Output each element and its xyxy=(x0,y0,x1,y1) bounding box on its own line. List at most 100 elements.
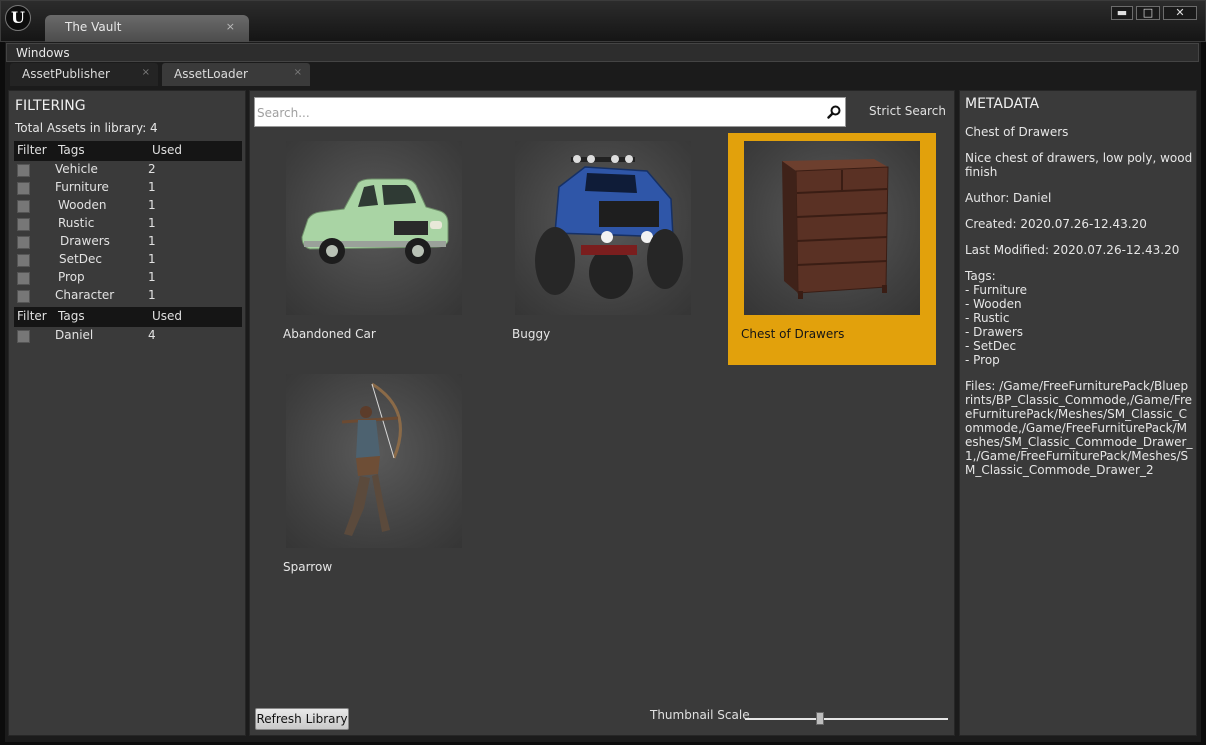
tag-used-count: 1 xyxy=(148,180,156,194)
tags-header: Tags: xyxy=(965,269,996,283)
filter-checkbox[interactable] xyxy=(17,272,30,285)
thumbnail-scale-handle[interactable] xyxy=(816,712,825,725)
header-filter: Filter xyxy=(17,309,47,323)
search-icon[interactable] xyxy=(827,105,841,119)
asset-tags: Tags: - Furniture - Wooden - Rustic - Dr… xyxy=(965,269,1193,367)
tag-label: Wooden xyxy=(58,198,107,212)
filtering-title: FILTERING xyxy=(15,98,86,114)
tag-used-count: 1 xyxy=(148,234,156,248)
title-bar: U The Vault × ▬ □ ✕ xyxy=(0,0,1206,42)
thumbnail-scale-label: Thumbnail Scale xyxy=(650,708,750,722)
header-tags: Tags xyxy=(58,309,85,323)
tab-label: AssetLoader xyxy=(174,67,248,81)
asset-modified: Last Modified: 2020.07.26-12.43.20 xyxy=(965,243,1180,257)
filter-checkbox[interactable] xyxy=(17,218,30,231)
tag-item: - Rustic xyxy=(965,311,1010,325)
search-box xyxy=(254,97,846,127)
refresh-library-button[interactable]: Refresh Library xyxy=(255,708,349,730)
tag-used-count: 1 xyxy=(148,288,156,302)
filter-checkbox[interactable] xyxy=(17,290,30,303)
metadata-content: METADATA Chest of Drawers Nice chest of … xyxy=(965,96,1193,489)
tag-item: - Wooden xyxy=(965,297,1022,311)
asset-thumbnail xyxy=(744,141,920,315)
tag-item: - SetDec xyxy=(965,339,1017,353)
author-row-daniel: Daniel 4 xyxy=(14,327,242,345)
asset-description: Nice chest of drawers, low poly, wood fi… xyxy=(965,151,1193,179)
table-header: Filter Tags Used xyxy=(14,307,242,327)
asset-name: Sparrow xyxy=(283,560,333,574)
header-tags: Tags xyxy=(58,143,85,157)
tag-used-count: 1 xyxy=(148,216,156,230)
unreal-logo-icon: U xyxy=(5,5,31,31)
maximize-button[interactable]: □ xyxy=(1136,6,1160,20)
asset-browser-panel: Strict Search Abandoned Car xyxy=(249,90,955,736)
buggy-thumbnail-image xyxy=(535,155,683,299)
tab-label: AssetPublisher xyxy=(22,67,110,81)
tag-used-count: 2 xyxy=(148,162,156,176)
strict-search-toggle[interactable]: Strict Search xyxy=(869,104,946,118)
tag-item: - Prop xyxy=(965,353,1000,367)
tag-label: Furniture xyxy=(55,180,109,194)
search-input[interactable] xyxy=(257,104,817,122)
header-filter: Filter xyxy=(17,143,47,157)
tag-filter-table: Filter Tags Used Vehicle 2 Furniture 1 W… xyxy=(14,141,242,305)
tag-used-count: 1 xyxy=(148,270,156,284)
table-header: Filter Tags Used xyxy=(14,141,242,161)
tag-item: - Drawers xyxy=(965,325,1024,339)
tag-row-drawers: Drawers 1 xyxy=(14,233,242,251)
metadata-panel: METADATA Chest of Drawers Nice chest of … xyxy=(959,90,1197,736)
menu-windows[interactable]: Windows xyxy=(16,46,70,60)
filter-checkbox[interactable] xyxy=(17,330,30,343)
tag-row-wooden: Wooden 1 xyxy=(14,197,242,215)
author-used-count: 4 xyxy=(148,328,156,342)
close-window-button[interactable]: ✕ xyxy=(1163,6,1197,20)
close-icon[interactable]: × xyxy=(142,67,150,78)
tag-row-character: Character 1 xyxy=(14,287,242,305)
sparrow-thumbnail-image xyxy=(341,382,402,536)
total-assets-count: Total Assets in library: 4 xyxy=(15,121,158,135)
asset-thumbnail xyxy=(286,374,462,548)
asset-tile-chest-of-drawers[interactable]: Chest of Drawers xyxy=(728,133,936,365)
tag-label: Rustic xyxy=(58,216,95,230)
header-used: Used xyxy=(152,143,183,157)
tag-row-prop: Prop 1 xyxy=(14,269,242,287)
tag-item: - Furniture xyxy=(965,283,1028,297)
close-icon[interactable]: × xyxy=(294,67,302,78)
metadata-title: METADATA xyxy=(965,96,1040,112)
asset-name-value: Chest of Drawers xyxy=(965,125,1069,139)
chest-thumbnail-image xyxy=(782,159,889,299)
filtering-panel: FILTERING Total Assets in library: 4 Fil… xyxy=(8,90,246,736)
tag-label: Drawers xyxy=(60,234,110,248)
filter-checkbox[interactable] xyxy=(17,182,30,195)
tag-label: SetDec xyxy=(59,252,102,266)
tag-row-rustic: Rustic 1 xyxy=(14,215,242,233)
close-icon[interactable]: × xyxy=(226,20,235,33)
header-used: Used xyxy=(152,309,183,323)
filter-checkbox[interactable] xyxy=(17,200,30,213)
asset-author: Author: Daniel xyxy=(965,191,1052,205)
thumbnail-scale-slider[interactable] xyxy=(745,718,948,720)
filter-checkbox[interactable] xyxy=(17,236,30,249)
asset-tile-sparrow[interactable]: Sparrow xyxy=(270,366,478,598)
window-tab-the-vault[interactable]: The Vault × xyxy=(45,15,249,42)
tag-used-count: 1 xyxy=(148,198,156,212)
tag-row-vehicle: Vehicle 2 xyxy=(14,161,242,179)
author-filter-table: Filter Tags Used Daniel 4 xyxy=(14,307,242,345)
asset-name: Chest of Drawers xyxy=(741,327,845,341)
author-label: Daniel xyxy=(55,328,94,342)
asset-files: Files: /Game/FreeFurniturePack/Blueprint… xyxy=(965,379,1193,477)
tab-asset-publisher[interactable]: AssetPublisher × xyxy=(10,63,158,86)
asset-name: Abandoned Car xyxy=(283,327,376,341)
tag-row-setdec: SetDec 1 xyxy=(14,251,242,269)
car-thumbnail-image xyxy=(301,178,449,264)
filter-checkbox[interactable] xyxy=(17,254,30,267)
filter-checkbox[interactable] xyxy=(17,164,30,177)
tag-label: Prop xyxy=(58,270,85,284)
asset-tile-buggy[interactable]: Buggy xyxy=(499,133,707,365)
tag-row-furniture: Furniture 1 xyxy=(14,179,242,197)
tab-asset-loader[interactable]: AssetLoader × xyxy=(162,63,310,86)
asset-thumbnail xyxy=(286,141,462,315)
tag-used-count: 1 xyxy=(148,252,156,266)
asset-tile-abandoned-car[interactable]: Abandoned Car xyxy=(270,133,478,365)
minimize-button[interactable]: ▬ xyxy=(1111,6,1133,20)
